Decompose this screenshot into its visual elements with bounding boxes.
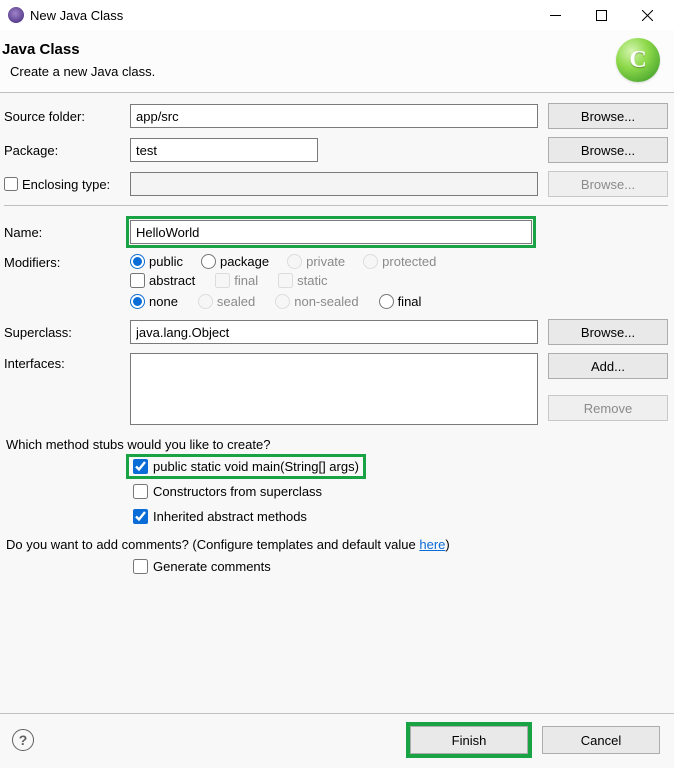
- form-area: Source folder: Browse... Package: Browse…: [0, 93, 674, 575]
- package-label: Package:: [4, 143, 130, 158]
- stub-inherited-row[interactable]: Inherited abstract methods: [130, 508, 310, 525]
- add-interface-button[interactable]: Add...: [548, 353, 668, 379]
- modifier-static-checkbox: [278, 273, 293, 288]
- modifiers-label: Modifiers:: [4, 252, 130, 270]
- browse-enclosing-button: Browse...: [548, 171, 668, 197]
- stub-main-row[interactable]: public static void main(String[] args): [130, 458, 362, 475]
- modifier-package-radio[interactable]: [201, 254, 216, 269]
- package-input[interactable]: [130, 138, 318, 162]
- modifiers-access-group: public package private protected: [130, 252, 668, 269]
- modifier-final-checkbox: [215, 273, 230, 288]
- enclosing-type-input: [130, 172, 538, 196]
- name-label: Name:: [4, 225, 130, 240]
- stub-main-checkbox[interactable]: [133, 459, 148, 474]
- eclipse-icon: [8, 7, 24, 23]
- generate-comments-row[interactable]: Generate comments: [130, 558, 274, 575]
- window-controls: [532, 0, 670, 30]
- dialog-banner: Java Class Create a new Java class. C: [0, 30, 674, 92]
- interfaces-label: Interfaces:: [4, 353, 130, 371]
- sealing-nonsealed-radio: [275, 294, 290, 309]
- close-button[interactable]: [624, 0, 670, 30]
- stub-constructors-row[interactable]: Constructors from superclass: [130, 483, 325, 500]
- remove-interface-button: Remove: [548, 395, 668, 421]
- browse-source-button[interactable]: Browse...: [548, 103, 668, 129]
- sealing-sealed-radio: [198, 294, 213, 309]
- enclosing-type-checkbox[interactable]: [4, 177, 18, 191]
- titlebar: New Java Class: [0, 0, 674, 30]
- modifiers-sealing-group: none sealed non-sealed final: [130, 288, 668, 309]
- modifier-private-radio: [287, 254, 302, 269]
- source-folder-input[interactable]: [130, 104, 538, 128]
- banner-subtitle: Create a new Java class.: [10, 64, 616, 79]
- enclosing-type-label: Enclosing type:: [22, 177, 110, 192]
- stub-constructors-checkbox[interactable]: [133, 484, 148, 499]
- comments-question: Do you want to add comments? (Configure …: [6, 537, 668, 552]
- configure-templates-link[interactable]: here: [419, 537, 445, 552]
- superclass-label: Superclass:: [4, 325, 130, 340]
- name-input[interactable]: [130, 220, 532, 244]
- minimize-button[interactable]: [532, 0, 578, 30]
- source-folder-label: Source folder:: [4, 109, 130, 124]
- generate-comments-checkbox[interactable]: [133, 559, 148, 574]
- modifier-protected-radio: [363, 254, 378, 269]
- modifiers-flags-group: abstract final static: [130, 269, 668, 288]
- interfaces-listbox[interactable]: [130, 353, 538, 425]
- maximize-button[interactable]: [578, 0, 624, 30]
- browse-package-button[interactable]: Browse...: [548, 137, 668, 163]
- sealing-none-radio[interactable]: [130, 294, 145, 309]
- sealing-final-radio[interactable]: [379, 294, 394, 309]
- cancel-button[interactable]: Cancel: [542, 726, 660, 754]
- finish-button[interactable]: Finish: [410, 726, 528, 754]
- dialog-footer: ? Finish Cancel: [0, 713, 674, 768]
- stub-inherited-checkbox[interactable]: [133, 509, 148, 524]
- window-title: New Java Class: [30, 8, 532, 23]
- banner-heading: Java Class: [2, 41, 616, 58]
- help-icon[interactable]: ?: [12, 729, 34, 751]
- modifier-public-radio[interactable]: [130, 254, 145, 269]
- class-icon: C: [616, 38, 660, 82]
- method-stubs-question: Which method stubs would you like to cre…: [6, 437, 668, 452]
- modifier-abstract-checkbox[interactable]: [130, 273, 145, 288]
- browse-superclass-button[interactable]: Browse...: [548, 319, 668, 345]
- superclass-input[interactable]: [130, 320, 538, 344]
